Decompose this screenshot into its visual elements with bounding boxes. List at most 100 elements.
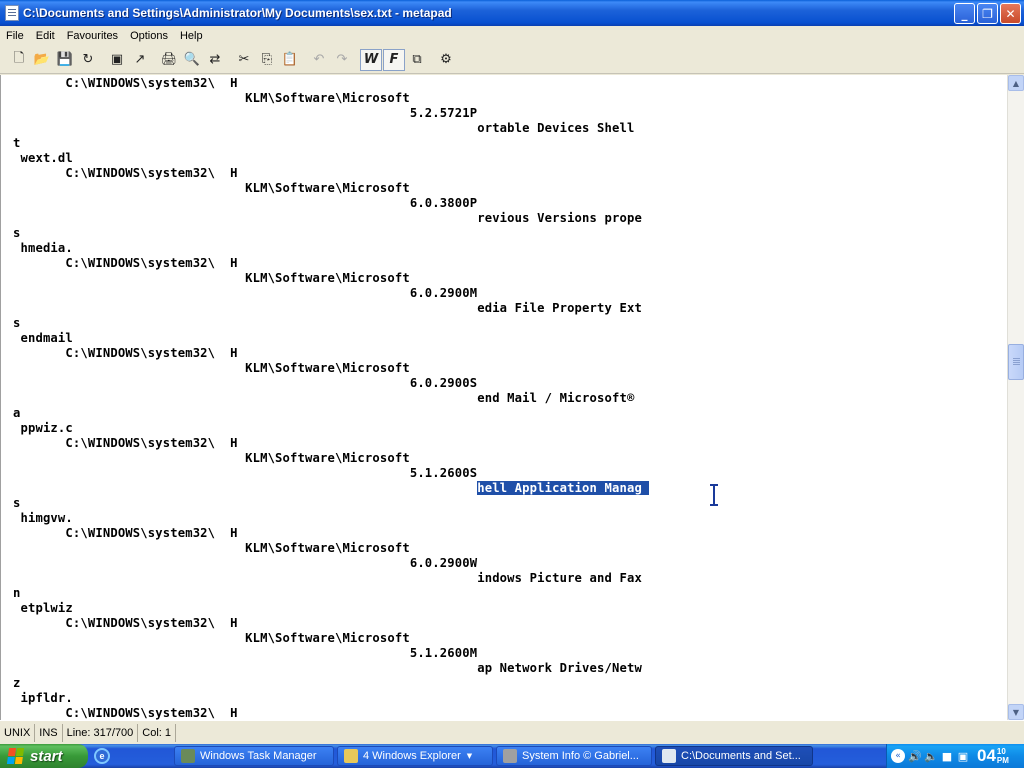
text-line: edia File Property Ext bbox=[13, 301, 642, 315]
text-line: hmedia. bbox=[13, 241, 73, 255]
settings-icon[interactable]: ⚙ bbox=[435, 49, 457, 71]
metapad-app-icon[interactable] bbox=[5, 5, 19, 21]
text-line: ortable Devices Shell bbox=[13, 121, 635, 135]
tray-monitor-icon[interactable]: ▣ bbox=[957, 750, 969, 763]
text-line: KLM\Software\Microsoft bbox=[13, 451, 410, 465]
text-line: KLM\Software\Microsoft bbox=[13, 271, 410, 285]
new-file-icon[interactable]: 🗋 bbox=[8, 49, 30, 71]
text-line: KLM\Software\Microsoft bbox=[13, 181, 410, 195]
text-line: KLM\Software\Microsoft bbox=[13, 361, 410, 375]
save-icon[interactable]: 💾 bbox=[54, 49, 76, 71]
task-windows-explorer[interactable]: 4 Windows Explorer ▼ bbox=[337, 746, 493, 766]
text-line: 6.0.2900S bbox=[13, 376, 478, 390]
clock-minute: 10 bbox=[996, 747, 1006, 756]
text-line: wext.dl bbox=[13, 151, 73, 165]
text-line: himgvw. bbox=[13, 511, 73, 525]
text-line: revious Versions prope bbox=[13, 211, 642, 225]
task-manager-icon bbox=[181, 749, 195, 763]
title-bar[interactable]: C:\Documents and Settings\Administrator\… bbox=[0, 0, 1024, 26]
task-label: Windows Task Manager bbox=[200, 750, 317, 762]
paste-icon[interactable]: 📋 bbox=[279, 49, 301, 71]
task-windows-task-manager[interactable]: Windows Task Manager bbox=[174, 746, 334, 766]
text-line: C:\WINDOWS\system32\ H bbox=[13, 616, 238, 630]
text-line: s bbox=[13, 226, 21, 240]
tray-app-icon[interactable]: ■ bbox=[941, 750, 953, 763]
ibeam-cursor-icon bbox=[710, 484, 718, 506]
refresh-icon[interactable]: ↻ bbox=[77, 49, 99, 71]
internet-explorer-icon[interactable]: e bbox=[94, 748, 110, 764]
text-line: n bbox=[13, 586, 21, 600]
text-line: endmail bbox=[13, 331, 73, 345]
text-line: 6.0.2900M bbox=[13, 286, 478, 300]
open-folder-icon[interactable]: 📂 bbox=[31, 49, 53, 71]
print-icon[interactable]: 🖨 bbox=[158, 49, 180, 71]
menu-favourites[interactable]: Favourites bbox=[61, 30, 124, 42]
text-line: s bbox=[13, 496, 21, 510]
undo-icon[interactable]: ↶ bbox=[308, 49, 330, 71]
page-icon[interactable]: ▣ bbox=[106, 49, 128, 71]
text-line: hell Application Manag bbox=[13, 481, 1007, 496]
text-editor[interactable]: C:\WINDOWS\system32\ H KLM\Software\Micr… bbox=[0, 75, 1007, 720]
system-info-icon bbox=[503, 749, 517, 763]
menu-options[interactable]: Options bbox=[124, 30, 174, 42]
close-button[interactable]: ✕ bbox=[1000, 3, 1021, 24]
clock-hour: 04 bbox=[977, 746, 996, 765]
text-line: C:\WINDOWS\system32\ H bbox=[13, 76, 238, 90]
menu-file[interactable]: File bbox=[0, 30, 30, 42]
text-line: C:\WINDOWS\system32\ H bbox=[13, 346, 238, 360]
maximize-button[interactable]: ❐ bbox=[977, 3, 998, 24]
text-line: C:\WINDOWS\system32\ H bbox=[13, 526, 238, 540]
task-group-arrow-icon: ▼ bbox=[466, 752, 473, 760]
menu-edit[interactable]: Edit bbox=[30, 30, 61, 42]
text-line: C:\WINDOWS\system32\ H bbox=[13, 706, 238, 720]
task-label: System Info © Gabriel... bbox=[522, 750, 639, 762]
start-label: start bbox=[30, 747, 63, 765]
find-icon[interactable]: 🔍 bbox=[181, 49, 203, 71]
menu-bar: File Edit Favourites Options Help bbox=[0, 26, 1024, 46]
text-line: 5.1.2600M bbox=[13, 646, 478, 660]
system-tray: « 🔊 🔈 ■ ▣ 04 10 PM bbox=[886, 744, 1024, 768]
text-line: indows Picture and Fax bbox=[13, 571, 642, 585]
text-line: KLM\Software\Microsoft bbox=[13, 91, 410, 105]
text-line: ipfldr. bbox=[13, 691, 73, 705]
always-on-top-icon[interactable]: ⧉ bbox=[406, 49, 428, 71]
status-insert-mode: INS bbox=[35, 723, 63, 742]
task-metapad[interactable]: C:\Documents and Set... bbox=[655, 746, 813, 766]
status-column: Col: 1 bbox=[138, 723, 177, 742]
clock-ampm: PM bbox=[996, 756, 1009, 765]
notepad-icon bbox=[662, 749, 676, 763]
start-button[interactable]: start bbox=[0, 744, 88, 768]
text-line: 6.0.2900W bbox=[13, 556, 478, 570]
scroll-thumb[interactable] bbox=[1008, 344, 1024, 380]
scroll-up-arrow-icon[interactable]: ▲ bbox=[1008, 75, 1024, 91]
copy-icon[interactable]: ⎘ bbox=[256, 49, 278, 71]
status-file-format: UNIX bbox=[0, 723, 36, 742]
status-bar: UNIX INS Line: 317/700 Col: 1 bbox=[0, 720, 1024, 744]
network-icon[interactable]: 🔊 bbox=[908, 750, 922, 763]
text-line: C:\WINDOWS\system32\ H bbox=[13, 166, 238, 180]
text-line: end Mail / Microsoft® bbox=[13, 391, 635, 405]
cut-icon[interactable]: ✂ bbox=[233, 49, 255, 71]
task-buttons: Windows Task Manager 4 Windows Explorer … bbox=[174, 746, 813, 766]
text-line: KLM\Software\Microsoft bbox=[13, 631, 410, 645]
replace-icon[interactable]: ⇄ bbox=[204, 49, 226, 71]
launch-viewer-icon[interactable]: ↗ bbox=[129, 49, 151, 71]
task-system-info[interactable]: System Info © Gabriel... bbox=[496, 746, 652, 766]
folder-icon bbox=[344, 749, 358, 763]
text-line: 6.0.3800P bbox=[13, 196, 478, 210]
font-icon[interactable]: F bbox=[383, 48, 405, 71]
text-line: a bbox=[13, 406, 21, 420]
scroll-down-arrow-icon[interactable]: ▼ bbox=[1008, 704, 1024, 720]
minimize-button[interactable]: _ bbox=[954, 3, 975, 24]
redo-icon[interactable]: ↷ bbox=[331, 49, 353, 71]
window-title: C:\Documents and Settings\Administrator\… bbox=[23, 6, 452, 20]
show-hidden-icons-chevron-icon[interactable]: « bbox=[891, 749, 905, 763]
text-line: etplwiz bbox=[13, 601, 73, 615]
text-line: C:\WINDOWS\system32\ H bbox=[13, 256, 238, 270]
clock[interactable]: 04 10 PM bbox=[977, 744, 1009, 768]
volume-icon[interactable]: 🔈 bbox=[924, 750, 938, 763]
vertical-scrollbar[interactable]: ▲ ▼ bbox=[1007, 75, 1024, 720]
menu-help[interactable]: Help bbox=[174, 30, 209, 42]
word-wrap-icon[interactable]: W bbox=[360, 48, 382, 71]
selected-text: hell Application Manag bbox=[477, 481, 650, 495]
